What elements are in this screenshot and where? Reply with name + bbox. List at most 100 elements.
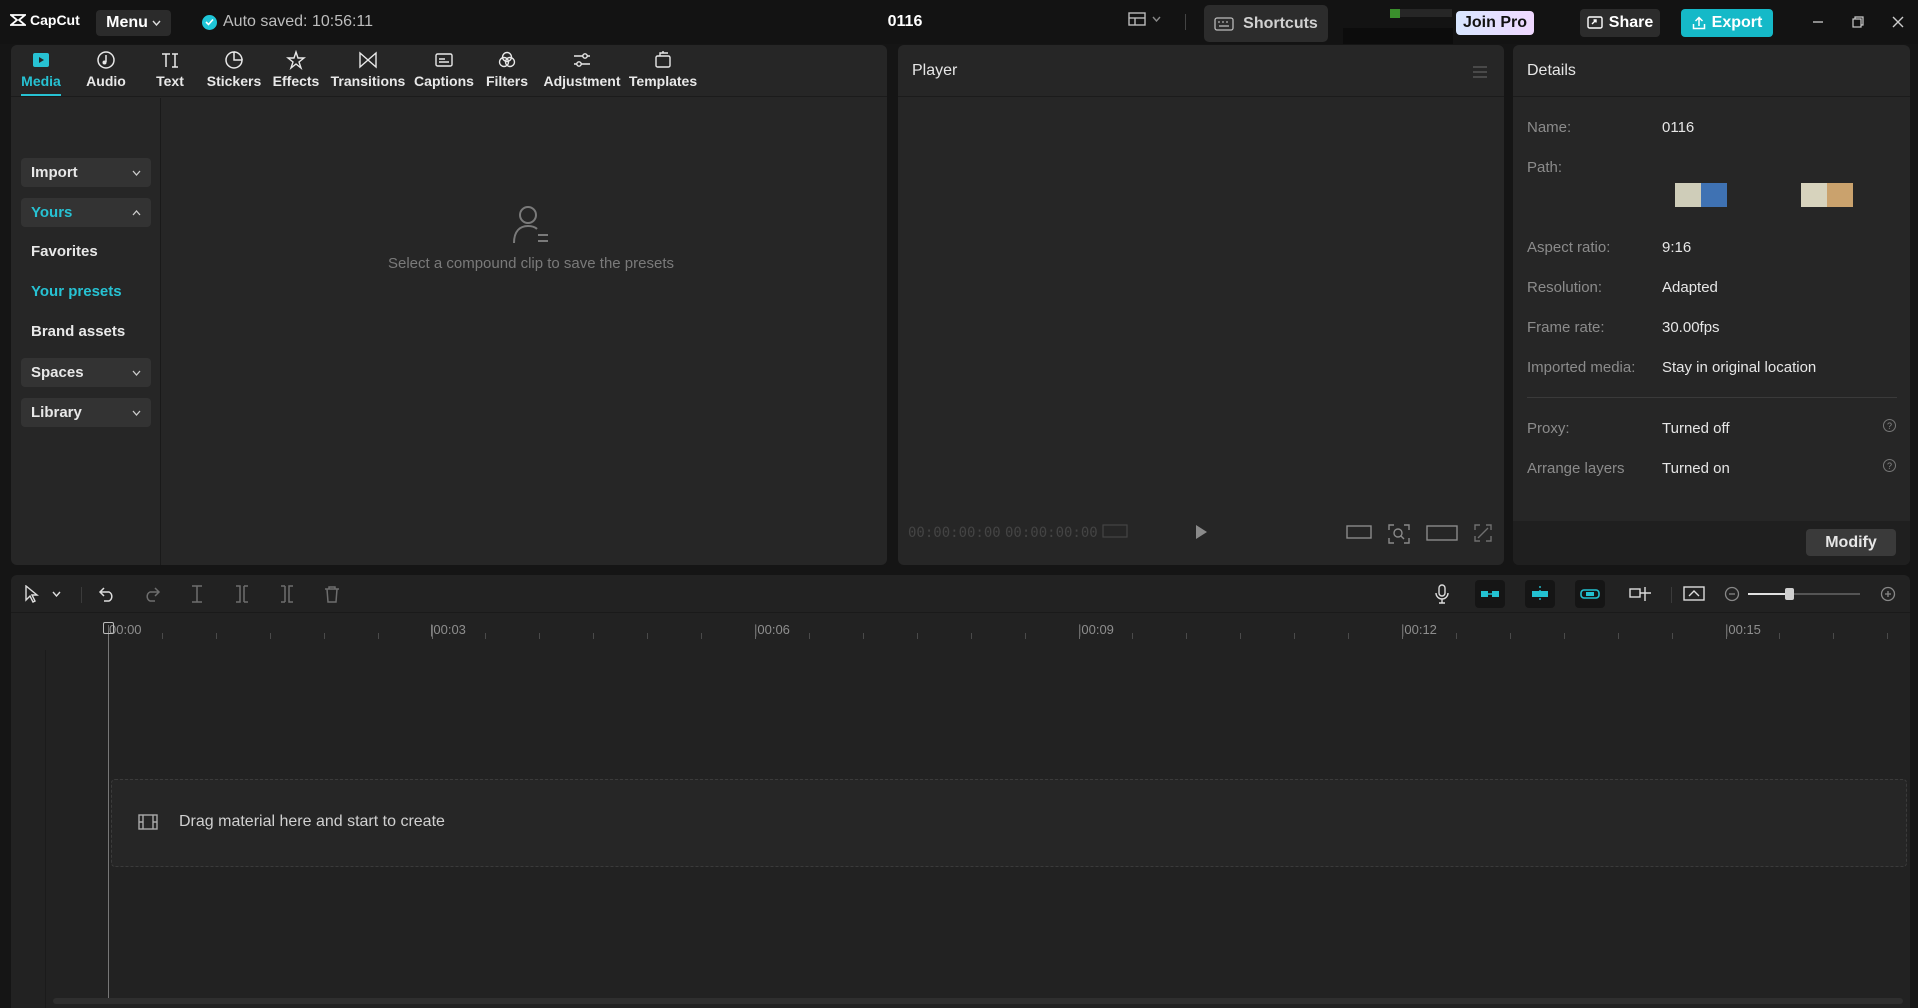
ruler-tick bbox=[647, 633, 648, 639]
share-button[interactable]: Share bbox=[1580, 9, 1660, 37]
tab-effects[interactable]: Effects bbox=[271, 50, 321, 94]
timeline-panel: 00:00 |00:03 |00:06 |00:09 |00:12 |00:15… bbox=[11, 575, 1910, 1008]
header-divider bbox=[1185, 14, 1186, 30]
chevron-down-icon bbox=[1152, 16, 1161, 22]
split-left-icon[interactable] bbox=[231, 584, 253, 604]
ruler-tick bbox=[701, 633, 702, 639]
tab-label: Media bbox=[21, 73, 61, 89]
track-header-divider bbox=[45, 650, 46, 1008]
help-icon[interactable]: ? bbox=[1883, 419, 1896, 432]
library-label: Library bbox=[31, 404, 82, 421]
detail-label: Aspect ratio: bbox=[1527, 239, 1611, 256]
detail-value: Turned on bbox=[1662, 460, 1730, 477]
ruler-tick bbox=[216, 633, 217, 639]
timeline-ruler[interactable]: 00:00 |00:03 |00:06 |00:09 |00:12 |00:15 bbox=[11, 613, 1910, 643]
tab-transitions[interactable]: Transitions bbox=[331, 50, 405, 94]
tab-captions[interactable]: Captions bbox=[414, 50, 474, 94]
restore-icon[interactable] bbox=[1848, 12, 1868, 32]
indicator-dot bbox=[1390, 9, 1400, 18]
ruler-label: |00:12 bbox=[1401, 622, 1437, 637]
ruler-tick bbox=[1510, 633, 1511, 639]
zoom-slider-handle[interactable] bbox=[1785, 588, 1794, 600]
overlay-strip bbox=[1343, 28, 1453, 44]
aspect-ratio-icon[interactable] bbox=[1426, 524, 1458, 546]
detail-label: Arrange layers bbox=[1527, 460, 1625, 477]
undo-icon[interactable] bbox=[96, 584, 118, 604]
yours-dropdown[interactable]: Yours bbox=[21, 198, 151, 227]
tab-adjustment[interactable]: Adjustment bbox=[543, 50, 621, 94]
join-pro-button[interactable]: Join Pro bbox=[1456, 11, 1534, 35]
sidebar-item-favorites[interactable]: Favorites bbox=[31, 243, 98, 260]
linkage-icon[interactable] bbox=[1575, 580, 1605, 608]
preview-axis-icon[interactable] bbox=[1629, 584, 1651, 604]
menu-icon[interactable] bbox=[1472, 65, 1488, 82]
total-time: 00:00:00:00 bbox=[1005, 525, 1098, 541]
tab-media[interactable]: Media bbox=[19, 50, 63, 94]
tab-stickers[interactable]: Stickers bbox=[206, 50, 262, 94]
delete-icon[interactable] bbox=[321, 584, 343, 604]
tab-audio[interactable]: Audio bbox=[84, 50, 128, 94]
detail-label: Resolution: bbox=[1527, 279, 1603, 296]
close-icon[interactable] bbox=[1888, 12, 1908, 32]
autosave-text: Auto saved: 10:56:11 bbox=[223, 13, 374, 30]
detail-value: 0116 bbox=[1662, 119, 1695, 136]
feature-tabs: Media Audio Text Stickers Effects Transi… bbox=[11, 45, 887, 97]
menu-button[interactable]: Menu bbox=[96, 10, 171, 36]
export-button[interactable]: Export bbox=[1681, 9, 1773, 37]
ratio-icon[interactable] bbox=[1346, 524, 1372, 544]
tab-filters[interactable]: Filters bbox=[484, 50, 530, 94]
ruler-tick bbox=[1672, 633, 1673, 639]
details-divider bbox=[1527, 397, 1897, 398]
main-track-magnet-icon[interactable] bbox=[1475, 580, 1505, 608]
help-icon[interactable]: ? bbox=[1883, 459, 1896, 472]
redo-icon[interactable] bbox=[141, 584, 163, 604]
title-bar: CapCut Menu Auto saved: 10:56:11 0116 Sh… bbox=[0, 0, 1918, 44]
zoom-fit-icon[interactable] bbox=[1388, 524, 1410, 548]
tab-label: Effects bbox=[272, 73, 320, 89]
ruler-label: |00:15 bbox=[1725, 622, 1761, 637]
project-title[interactable]: 0116 bbox=[870, 13, 940, 31]
tab-text[interactable]: Text bbox=[148, 50, 192, 94]
select-cursor-icon[interactable] bbox=[21, 584, 43, 604]
ruler-label: |00:03 bbox=[430, 622, 466, 637]
swatch-color bbox=[1701, 183, 1727, 207]
ruler-tick bbox=[1025, 633, 1026, 639]
horizontal-scrollbar[interactable] bbox=[53, 998, 1903, 1004]
auto-snap-icon[interactable] bbox=[1525, 580, 1555, 608]
chevron-down-icon bbox=[132, 370, 141, 376]
zoom-out-icon[interactable] bbox=[1721, 584, 1743, 604]
microphone-icon[interactable] bbox=[1431, 584, 1453, 604]
player-header: Player bbox=[898, 45, 1504, 97]
sidebar-item-brand-assets[interactable]: Brand assets bbox=[31, 323, 125, 340]
tab-label: Stickers bbox=[206, 73, 262, 89]
play-icon[interactable] bbox=[1194, 524, 1208, 544]
adjustment-icon bbox=[574, 53, 590, 67]
detail-value: 9:16 bbox=[1662, 239, 1692, 256]
modify-button[interactable]: Modify bbox=[1806, 529, 1896, 556]
fullscreen-icon[interactable] bbox=[1474, 524, 1492, 546]
playhead[interactable] bbox=[108, 631, 109, 1001]
zoom-slider-fill bbox=[1748, 593, 1788, 595]
shortcuts-button[interactable]: Shortcuts bbox=[1204, 5, 1328, 42]
layout-switcher[interactable] bbox=[1128, 12, 1161, 26]
timeline-drop-zone[interactable]: Drag material here and start to create bbox=[111, 779, 1907, 867]
current-time: 00:00:00:00 bbox=[908, 525, 1001, 541]
tab-templates[interactable]: Templates bbox=[628, 50, 698, 94]
minimize-icon[interactable] bbox=[1808, 12, 1828, 32]
export-label: Export bbox=[1711, 14, 1763, 31]
library-dropdown[interactable]: Library bbox=[21, 398, 151, 427]
spaces-dropdown[interactable]: Spaces bbox=[21, 358, 151, 387]
details-panel: Details Name: 0116 Path: Aspect ratio: 9:1… bbox=[1513, 45, 1910, 565]
sidebar-item-your-presets[interactable]: Your presets bbox=[31, 283, 122, 300]
media-icon bbox=[33, 53, 49, 67]
split-right-icon[interactable] bbox=[276, 584, 298, 604]
path-swatch-2 bbox=[1801, 183, 1853, 207]
drop-hint-text: Drag material here and start to create bbox=[179, 813, 445, 830]
playhead-handle[interactable] bbox=[103, 622, 114, 634]
timecode-toggle-icon[interactable] bbox=[1102, 524, 1128, 542]
import-dropdown[interactable]: Import bbox=[21, 158, 151, 187]
split-icon[interactable] bbox=[186, 584, 208, 604]
chevron-down-icon[interactable] bbox=[49, 584, 63, 604]
preview-window-icon[interactable] bbox=[1683, 584, 1705, 604]
zoom-in-icon[interactable] bbox=[1877, 584, 1899, 604]
